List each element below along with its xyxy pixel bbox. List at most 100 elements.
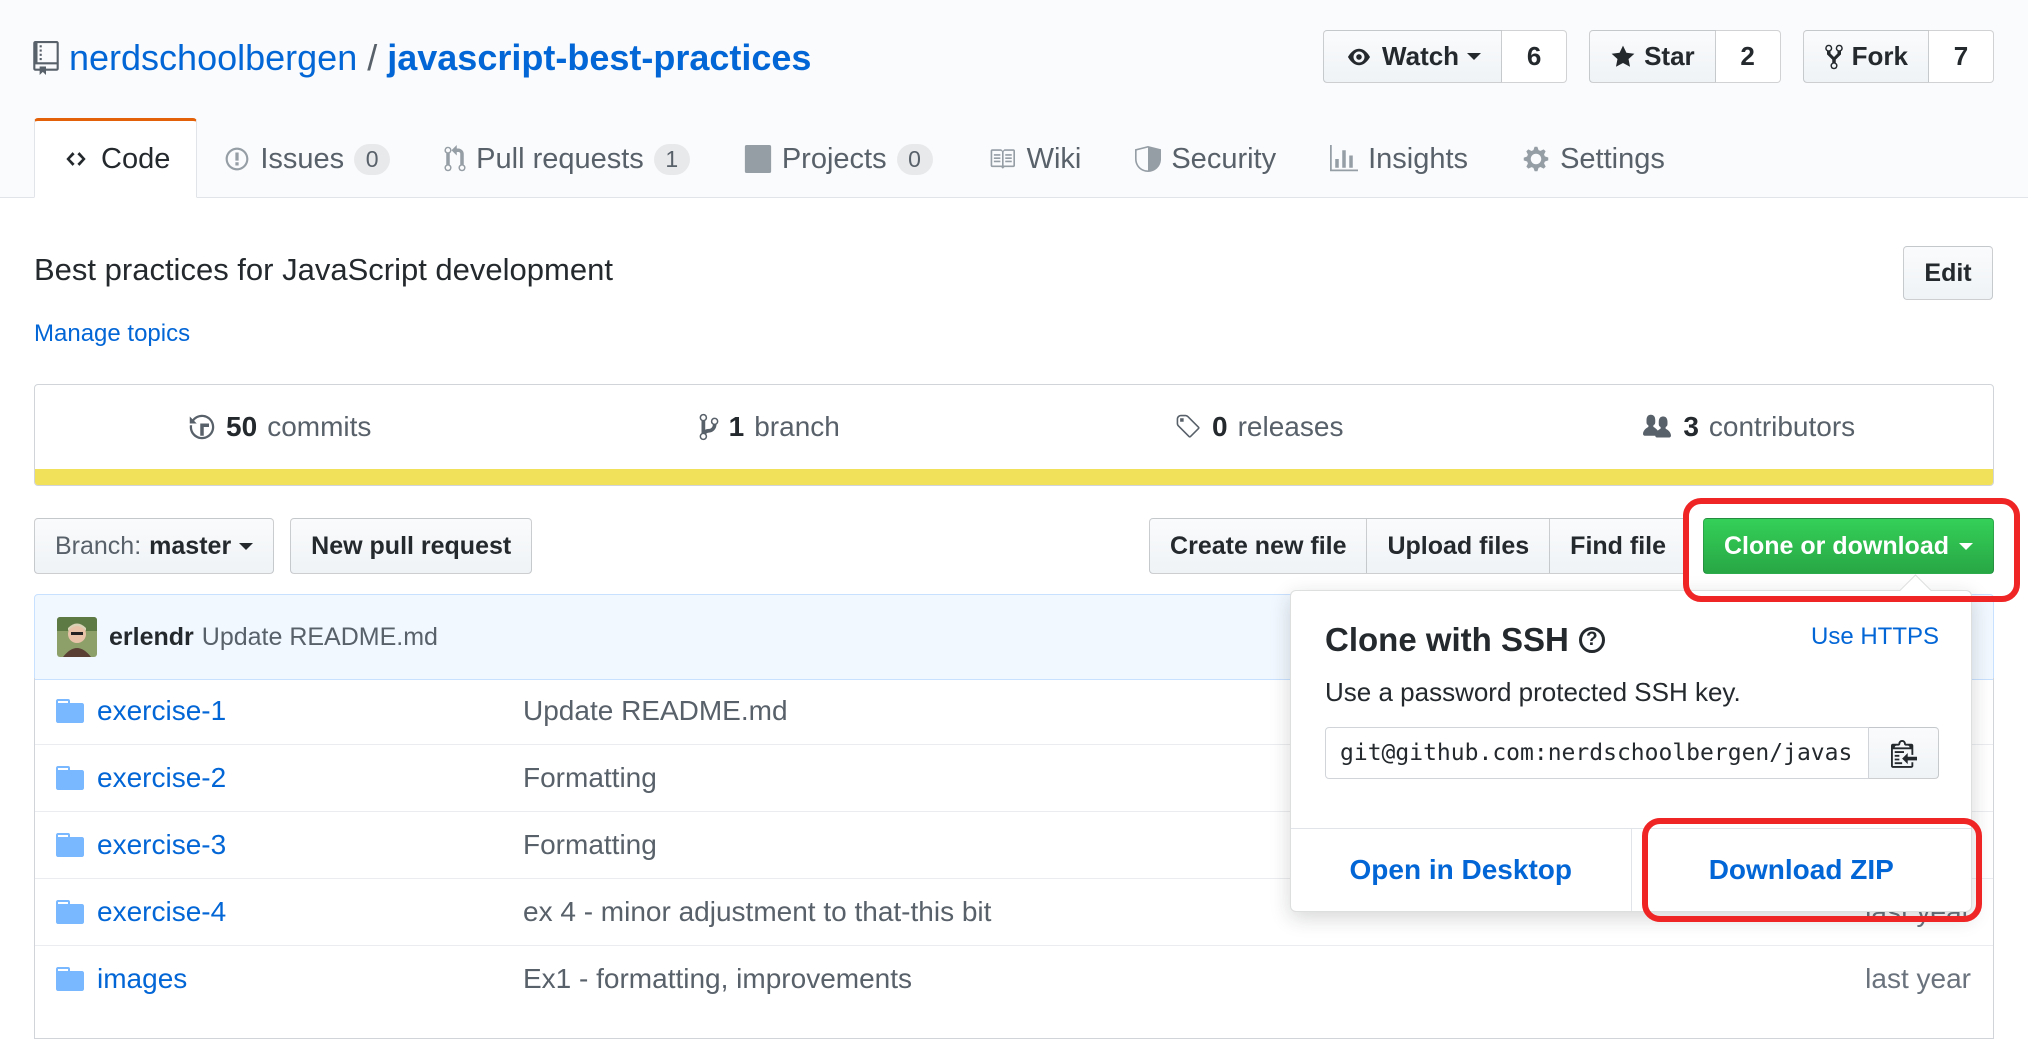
- pull-request-icon: [444, 145, 466, 172]
- branch-icon: [699, 413, 719, 441]
- file-name[interactable]: exercise-4: [97, 896, 523, 928]
- branches-label: branch: [754, 411, 840, 442]
- folder-icon: [56, 967, 84, 991]
- tab-wiki[interactable]: Wiki: [960, 118, 1109, 198]
- tag-icon: [1176, 414, 1200, 438]
- tab-insights[interactable]: Insights: [1303, 118, 1495, 198]
- file-name[interactable]: images: [97, 963, 523, 995]
- tab-issues-label: Issues: [260, 142, 345, 175]
- file-name[interactable]: exercise-3: [97, 829, 523, 861]
- history-icon: [189, 414, 215, 440]
- folder-icon: [56, 900, 84, 924]
- commits-count: 50: [226, 411, 258, 442]
- star-button[interactable]: Star: [1589, 30, 1716, 83]
- clone-title-text: Clone with SSH: [1325, 621, 1569, 658]
- fork-icon: [1824, 44, 1843, 69]
- upload-files-button[interactable]: Upload files: [1367, 518, 1551, 574]
- find-file-button[interactable]: Find file: [1550, 518, 1687, 574]
- file-name[interactable]: exercise-1: [97, 695, 523, 727]
- manage-topics-link[interactable]: Manage topics: [34, 320, 190, 348]
- gear-icon: [1523, 146, 1549, 172]
- file-commit-message[interactable]: Formatting: [523, 762, 657, 794]
- commit-message[interactable]: Update README.md: [202, 623, 438, 652]
- tab-issues[interactable]: Issues 0: [197, 118, 417, 198]
- clone-url-input[interactable]: [1325, 727, 1869, 779]
- graph-icon: [1330, 145, 1359, 172]
- commit-author[interactable]: erlendr: [109, 623, 194, 652]
- branch-select-button[interactable]: Branch: master: [34, 518, 275, 574]
- language-bar[interactable]: [35, 469, 1993, 485]
- tab-projects[interactable]: Projects 0: [717, 118, 960, 198]
- contributors-count: 3: [1683, 411, 1699, 442]
- tab-pull-requests[interactable]: Pull requests 1: [417, 118, 717, 198]
- eye-icon: [1348, 48, 1371, 65]
- chevron-down-icon: [239, 542, 254, 550]
- new-pull-request-button[interactable]: New pull request: [290, 518, 533, 574]
- file-commit-message[interactable]: ex 4 - minor adjustment to that-this bit: [523, 896, 991, 928]
- releases-count: 0: [1212, 411, 1228, 442]
- tab-projects-label: Projects: [781, 142, 887, 175]
- file-commit-message[interactable]: Formatting: [523, 829, 657, 861]
- shield-icon: [1135, 146, 1162, 172]
- clipboard-icon: [1890, 740, 1917, 768]
- tab-wiki-label: Wiki: [1026, 142, 1082, 175]
- tab-insights-label: Insights: [1368, 142, 1469, 175]
- open-in-desktop-button[interactable]: Open in Desktop: [1291, 829, 1631, 911]
- clone-footer: Open in Desktop Download ZIP: [1291, 828, 1971, 911]
- summary-numbers: 50 commits 1 branch 0 releases 3 contrib…: [35, 385, 1993, 469]
- fork-group: Fork 7: [1802, 30, 1994, 83]
- watch-group: Watch 6: [1323, 30, 1568, 83]
- project-icon: [744, 145, 771, 173]
- tab-settings[interactable]: Settings: [1495, 118, 1692, 198]
- question-icon[interactable]: ?: [1578, 627, 1605, 653]
- clone-or-download-button[interactable]: Clone or download: [1703, 518, 1994, 574]
- file-commit-message[interactable]: Update README.md: [523, 695, 788, 727]
- book-icon: [990, 149, 1015, 169]
- create-new-file-button[interactable]: Create new file: [1149, 518, 1368, 574]
- clone-subtitle: Use a password protected SSH key.: [1325, 677, 1741, 707]
- releases-label: releases: [1237, 411, 1344, 442]
- file-navigation-left: Branch: master New pull request: [34, 518, 533, 574]
- releases-link[interactable]: 0 releases: [1014, 411, 1504, 443]
- commits-link[interactable]: 50 commits: [35, 411, 525, 443]
- contributors-link[interactable]: 3 contributors: [1504, 411, 1994, 443]
- tab-code[interactable]: Code: [34, 118, 198, 198]
- contributors-label: contributors: [1708, 411, 1856, 442]
- file-age: last year: [1865, 963, 1971, 994]
- commits-label: commits: [267, 411, 372, 442]
- repo-name-link[interactable]: javascript-best-practices: [387, 37, 811, 79]
- tab-code-label: Code: [101, 142, 171, 175]
- copy-url-button[interactable]: [1869, 727, 1939, 779]
- edit-button[interactable]: Edit: [1903, 246, 1993, 300]
- watch-button[interactable]: Watch: [1323, 30, 1503, 83]
- branches-count: 1: [728, 411, 745, 442]
- repo-header: nerdschoolbergen / javascript-best-pract…: [0, 0, 2028, 198]
- folder-icon: [56, 699, 84, 723]
- code-icon: [66, 152, 86, 166]
- projects-counter: 0: [896, 143, 933, 175]
- use-https-link[interactable]: Use HTTPS: [1811, 623, 1939, 651]
- file-commit-message[interactable]: Ex1 - formatting, improvements: [523, 963, 912, 995]
- issues-counter: 0: [354, 143, 391, 175]
- avatar[interactable]: [57, 617, 97, 657]
- clone-title: Clone with SSH ?: [1325, 621, 1605, 659]
- path-separator: /: [367, 37, 378, 78]
- fork-count[interactable]: 7: [1929, 30, 1994, 83]
- branch-name: master: [149, 531, 232, 560]
- clone-dropdown: Clone with SSH ? Use HTTPS Use a passwor…: [1290, 590, 1972, 912]
- download-zip-button[interactable]: Download ZIP: [1630, 829, 1972, 911]
- fork-label: Fork: [1851, 41, 1908, 71]
- file-name[interactable]: exercise-2: [97, 762, 523, 794]
- branches-link[interactable]: 1 branch: [525, 411, 1015, 443]
- repo-owner-link[interactable]: nerdschoolbergen: [69, 37, 357, 79]
- repo-icon: [33, 41, 59, 75]
- tab-pull-requests-label: Pull requests: [476, 142, 644, 175]
- file-navigation-right: Create new file Upload files Find file C…: [1149, 518, 1994, 574]
- fork-button[interactable]: Fork: [1802, 30, 1929, 83]
- clone-url-group: [1325, 727, 1939, 779]
- watch-count[interactable]: 6: [1502, 30, 1568, 83]
- file-actions-group: Create new file Upload files Find file: [1149, 518, 1687, 574]
- clone-or-download-label: Clone or download: [1724, 531, 1949, 560]
- star-count[interactable]: 2: [1715, 30, 1781, 83]
- tab-security[interactable]: Security: [1108, 118, 1303, 198]
